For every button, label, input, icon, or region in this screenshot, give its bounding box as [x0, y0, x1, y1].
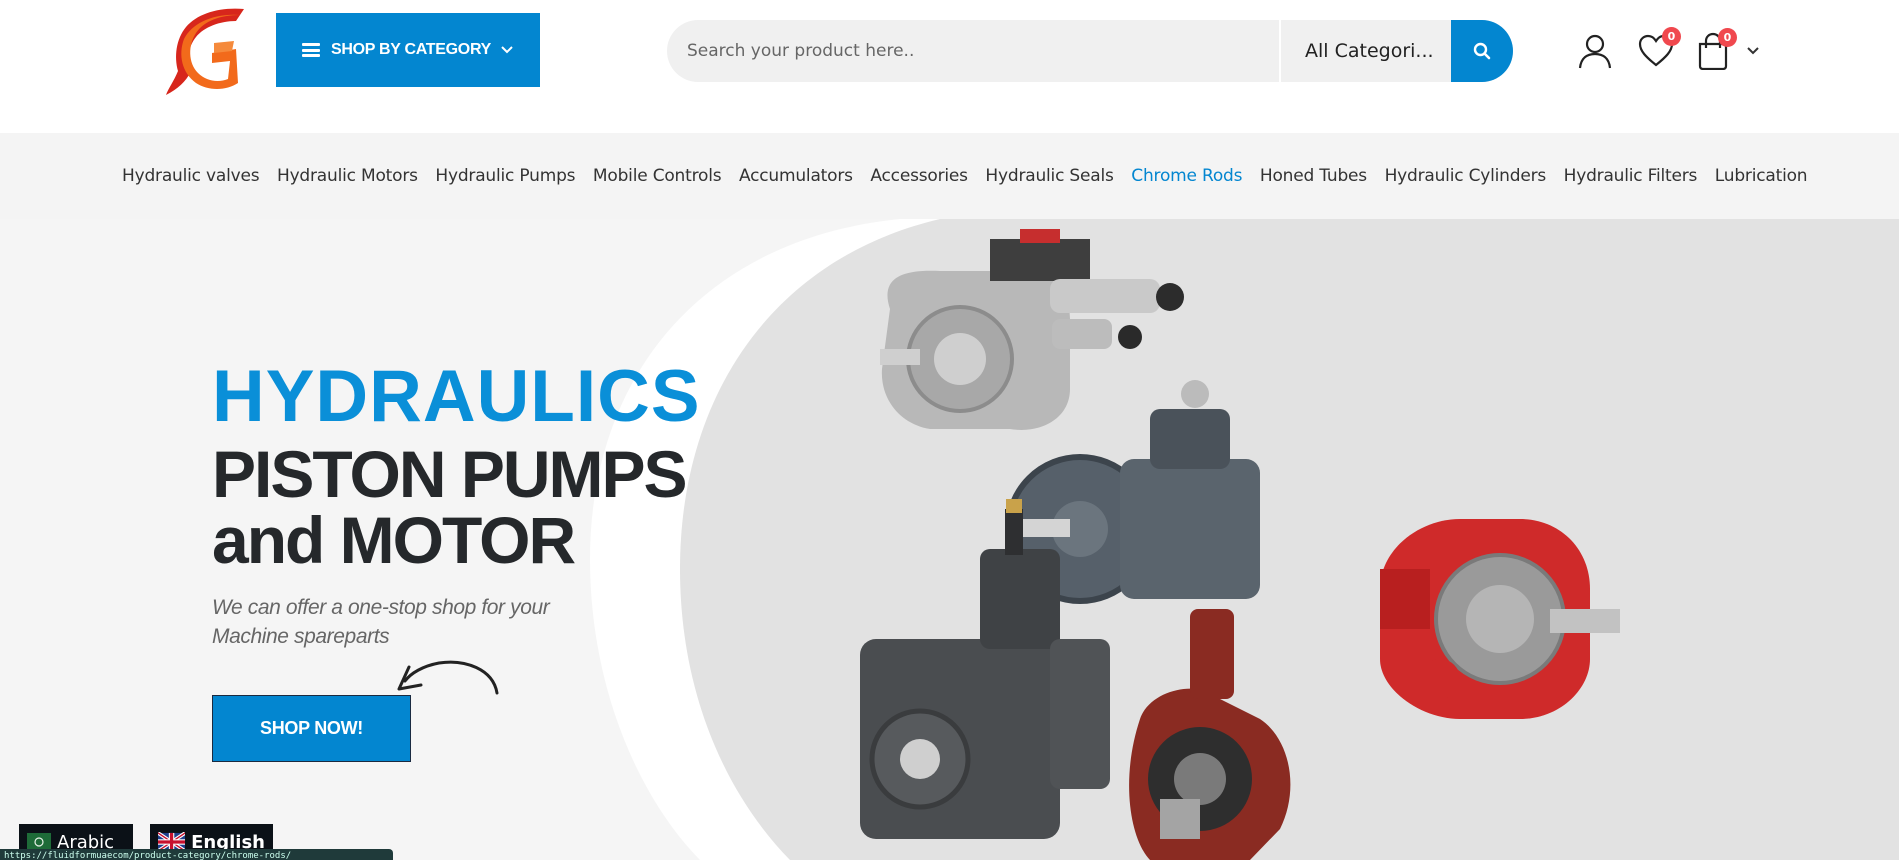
nav-item-accumulators[interactable]: Accumulators [739, 166, 853, 186]
nav-item-hydraulic-seals[interactable]: Hydraulic Seals [985, 166, 1113, 186]
nav-item-hydraulic-cylinders[interactable]: Hydraulic Cylinders [1385, 166, 1547, 186]
nav-item-chrome-rods[interactable]: Chrome Rods [1131, 166, 1242, 186]
shop-now-button[interactable]: SHOP NOW! [212, 695, 411, 762]
wishlist-count-badge: 0 [1662, 27, 1681, 46]
hero-subtitle-line-1: We can offer a one-stop shop for your [212, 596, 550, 619]
search-bar: All Categori... [667, 20, 1513, 82]
cart-button[interactable]: 0 [1696, 28, 1762, 71]
search-input[interactable] [667, 20, 1279, 82]
status-url-bar: https://fluidformuaecom/product-category… [0, 849, 393, 860]
nav-item-hydraulic-motors[interactable]: Hydraulic Motors [277, 166, 418, 186]
hydraulic-pumps-image [860, 229, 1620, 860]
hero-subtitle-line-2: Machine spareparts [212, 625, 390, 648]
search-category-select[interactable]: All Categori... [1281, 20, 1451, 82]
shop-by-category-button[interactable]: SHOP BY CATEGORY [276, 13, 540, 87]
hero-banner: HYDRAULICS PISTON PUMPS and MOTOR We can… [0, 219, 1899, 860]
hero-subtitle: We can offer a one-stop shop for your Ma… [212, 593, 572, 651]
nav-item-hydraulic-pumps[interactable]: Hydraulic Pumps [435, 166, 575, 186]
search-button[interactable] [1451, 20, 1513, 82]
account-button[interactable] [1578, 33, 1612, 69]
hero-title-line-1: PISTON PUMPS [212, 437, 688, 511]
category-nav: Hydraulic valves Hydraulic Motors Hydrau… [0, 133, 1899, 219]
nav-item-mobile-controls[interactable]: Mobile Controls [593, 166, 722, 186]
site-header: SHOP BY CATEGORY All Categori... 0 [0, 0, 1899, 133]
nav-item-honed-tubes[interactable]: Honed Tubes [1260, 166, 1367, 186]
wishlist-button[interactable]: 0 [1638, 27, 1681, 68]
hamburger-icon [302, 43, 320, 57]
nav-item-accessories[interactable]: Accessories [870, 166, 968, 186]
chevron-down-icon [1747, 47, 1759, 55]
cart-count-badge: 0 [1718, 28, 1737, 47]
nav-item-hydraulic-valves[interactable]: Hydraulic valves [122, 166, 260, 186]
brand-logo[interactable] [164, 5, 248, 97]
chevron-down-icon [501, 46, 513, 54]
nav-item-hydraulic-filters[interactable]: Hydraulic Filters [1564, 166, 1698, 186]
search-icon [1473, 42, 1491, 60]
user-icon [1578, 34, 1612, 69]
hero-title-highlight: HYDRAULICS [212, 356, 701, 437]
hero-title: PISTON PUMPS and MOTOR [212, 437, 688, 577]
shop-by-category-label: SHOP BY CATEGORY [331, 41, 491, 58]
hero-title-line-2: and MOTOR [212, 503, 576, 577]
nav-item-lubrication[interactable]: Lubrication [1715, 166, 1808, 186]
